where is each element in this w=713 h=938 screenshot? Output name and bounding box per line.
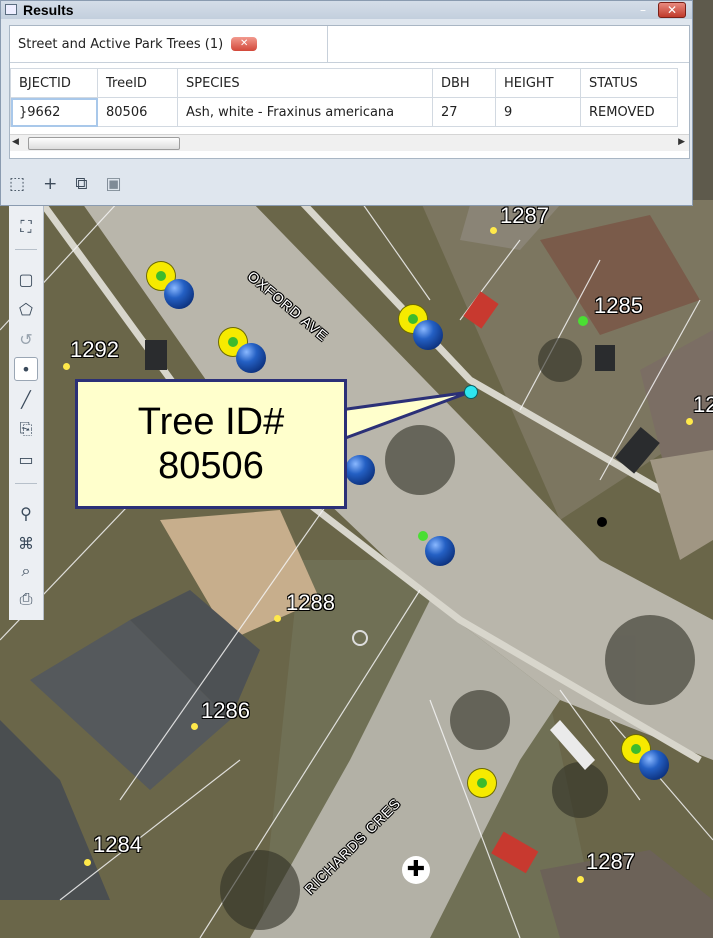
- column-header[interactable]: BJECTID: [10, 68, 98, 98]
- results-panel: Street and Active Park Trees (1) ✕ BJECT…: [9, 25, 690, 159]
- point-select-icon[interactable]: •: [14, 357, 38, 381]
- column-header[interactable]: TreeID: [97, 68, 178, 98]
- table-cell[interactable]: }9662: [10, 97, 98, 127]
- parcel-label: 1292: [70, 337, 119, 362]
- removed-tree-marker[interactable]: [236, 343, 266, 373]
- clear-selection-icon[interactable]: ⚲: [14, 501, 38, 525]
- address-point: [191, 723, 198, 730]
- callout-line1: Tree ID#: [137, 401, 285, 443]
- toolbar-divider: [15, 483, 37, 484]
- tab-street-and-active-park-trees[interactable]: Street and Active Park Trees (1) ✕: [10, 26, 328, 62]
- column-header[interactable]: HEIGHT: [495, 68, 581, 98]
- close-tab-icon[interactable]: ✕: [231, 37, 258, 51]
- parcel-label: 1284: [93, 832, 142, 857]
- removed-tree-marker[interactable]: [425, 536, 455, 566]
- tree-marker[interactable]: [597, 517, 607, 527]
- results-titlebar[interactable]: Results – ✕: [1, 1, 692, 19]
- close-window-button[interactable]: ✕: [658, 2, 686, 18]
- print-icon[interactable]: ⎙: [14, 587, 38, 611]
- parcel-label: 1287: [586, 849, 635, 874]
- fullscreen-icon[interactable]: ⛶: [14, 215, 38, 239]
- parcel-label: 1287: [500, 203, 549, 228]
- toolbar-divider: [15, 249, 37, 250]
- callout-line2: 80506: [158, 445, 264, 487]
- table-cell[interactable]: REMOVED: [580, 97, 678, 127]
- copy-icon[interactable]: ⧉: [75, 174, 87, 194]
- tree-id-callout: Tree ID# 80506: [75, 379, 347, 509]
- tree-marker[interactable]: [578, 316, 588, 326]
- parcel-label: 1285: [594, 293, 643, 318]
- address-point: [577, 876, 584, 883]
- column-header[interactable]: STATUS: [580, 68, 678, 98]
- parcel-label: 12: [693, 392, 713, 417]
- removed-tree-marker[interactable]: [164, 279, 194, 309]
- results-title: Results: [23, 2, 74, 18]
- removed-tree-marker[interactable]: [413, 320, 443, 350]
- removed-tree-marker[interactable]: [639, 750, 669, 780]
- results-window-icon: [5, 4, 17, 15]
- column-header[interactable]: SPECIES: [177, 68, 433, 98]
- table-cell[interactable]: Ash, white - Fraxinus americana: [177, 97, 433, 127]
- results-tabs: Street and Active Park Trees (1) ✕: [10, 26, 689, 63]
- horizontal-scrollbar[interactable]: ◀ ▶: [10, 134, 689, 151]
- tab-label: Street and Active Park Trees (1): [18, 36, 224, 52]
- shape-menu-icon[interactable]: ▭: [14, 447, 38, 471]
- scroll-right-icon[interactable]: ▶: [678, 137, 685, 147]
- address-point: [274, 615, 281, 622]
- rectangle-select-icon[interactable]: ▢: [14, 267, 38, 291]
- table-cell[interactable]: 9: [495, 97, 581, 127]
- undo-icon[interactable]: ↺: [14, 327, 38, 351]
- table-cell[interactable]: 80506: [97, 97, 178, 127]
- column-header[interactable]: DBH: [432, 68, 496, 98]
- map-toolbar: ⛶ ▢ ⬠ ↺ • ╱ ⎘ ▭ ⚲ ⌘ ⌕ ⎙: [9, 205, 44, 620]
- parcel-label: 1288: [286, 590, 335, 615]
- line-icon[interactable]: ╱: [14, 387, 38, 411]
- address-point: [490, 227, 497, 234]
- table-row[interactable]: }9662 80506 Ash, white - Fraxinus americ…: [10, 97, 678, 127]
- pan-cross-icon[interactable]: ✚: [402, 856, 430, 884]
- results-table: BJECTID TreeID SPECIES DBH HEIGHT STATUS…: [10, 68, 678, 127]
- tree-marker[interactable]: [418, 531, 428, 541]
- scroll-left-icon[interactable]: ◀: [12, 137, 19, 147]
- table-cell[interactable]: 27: [432, 97, 496, 127]
- network-icon[interactable]: ⌘: [14, 531, 38, 555]
- binoculars-icon[interactable]: ⌕: [14, 559, 38, 583]
- results-actions: ⬚ + ⧉ ▣: [9, 169, 122, 199]
- address-point: [84, 859, 91, 866]
- address-point: [63, 363, 70, 370]
- tree-marker[interactable]: [468, 769, 496, 797]
- parcel-label: 1286: [201, 698, 250, 723]
- polygon-select-icon[interactable]: ⬠: [14, 297, 38, 321]
- minimize-icon[interactable]: –: [640, 3, 646, 17]
- table-header-row: BJECTID TreeID SPECIES DBH HEIGHT STATUS: [10, 68, 678, 98]
- zoom-extent-icon[interactable]: ⬚: [9, 174, 25, 194]
- save-icon[interactable]: ▣: [105, 174, 121, 194]
- add-icon[interactable]: +: [43, 174, 57, 194]
- address-point: [686, 418, 693, 425]
- selected-tree-marker[interactable]: [465, 386, 477, 398]
- scrollbar-thumb[interactable]: [28, 137, 180, 150]
- export-icon[interactable]: ⎘: [14, 417, 38, 441]
- removed-tree-marker[interactable]: [345, 455, 375, 485]
- results-window: Results – ✕ Street and Active Park Trees…: [0, 0, 693, 206]
